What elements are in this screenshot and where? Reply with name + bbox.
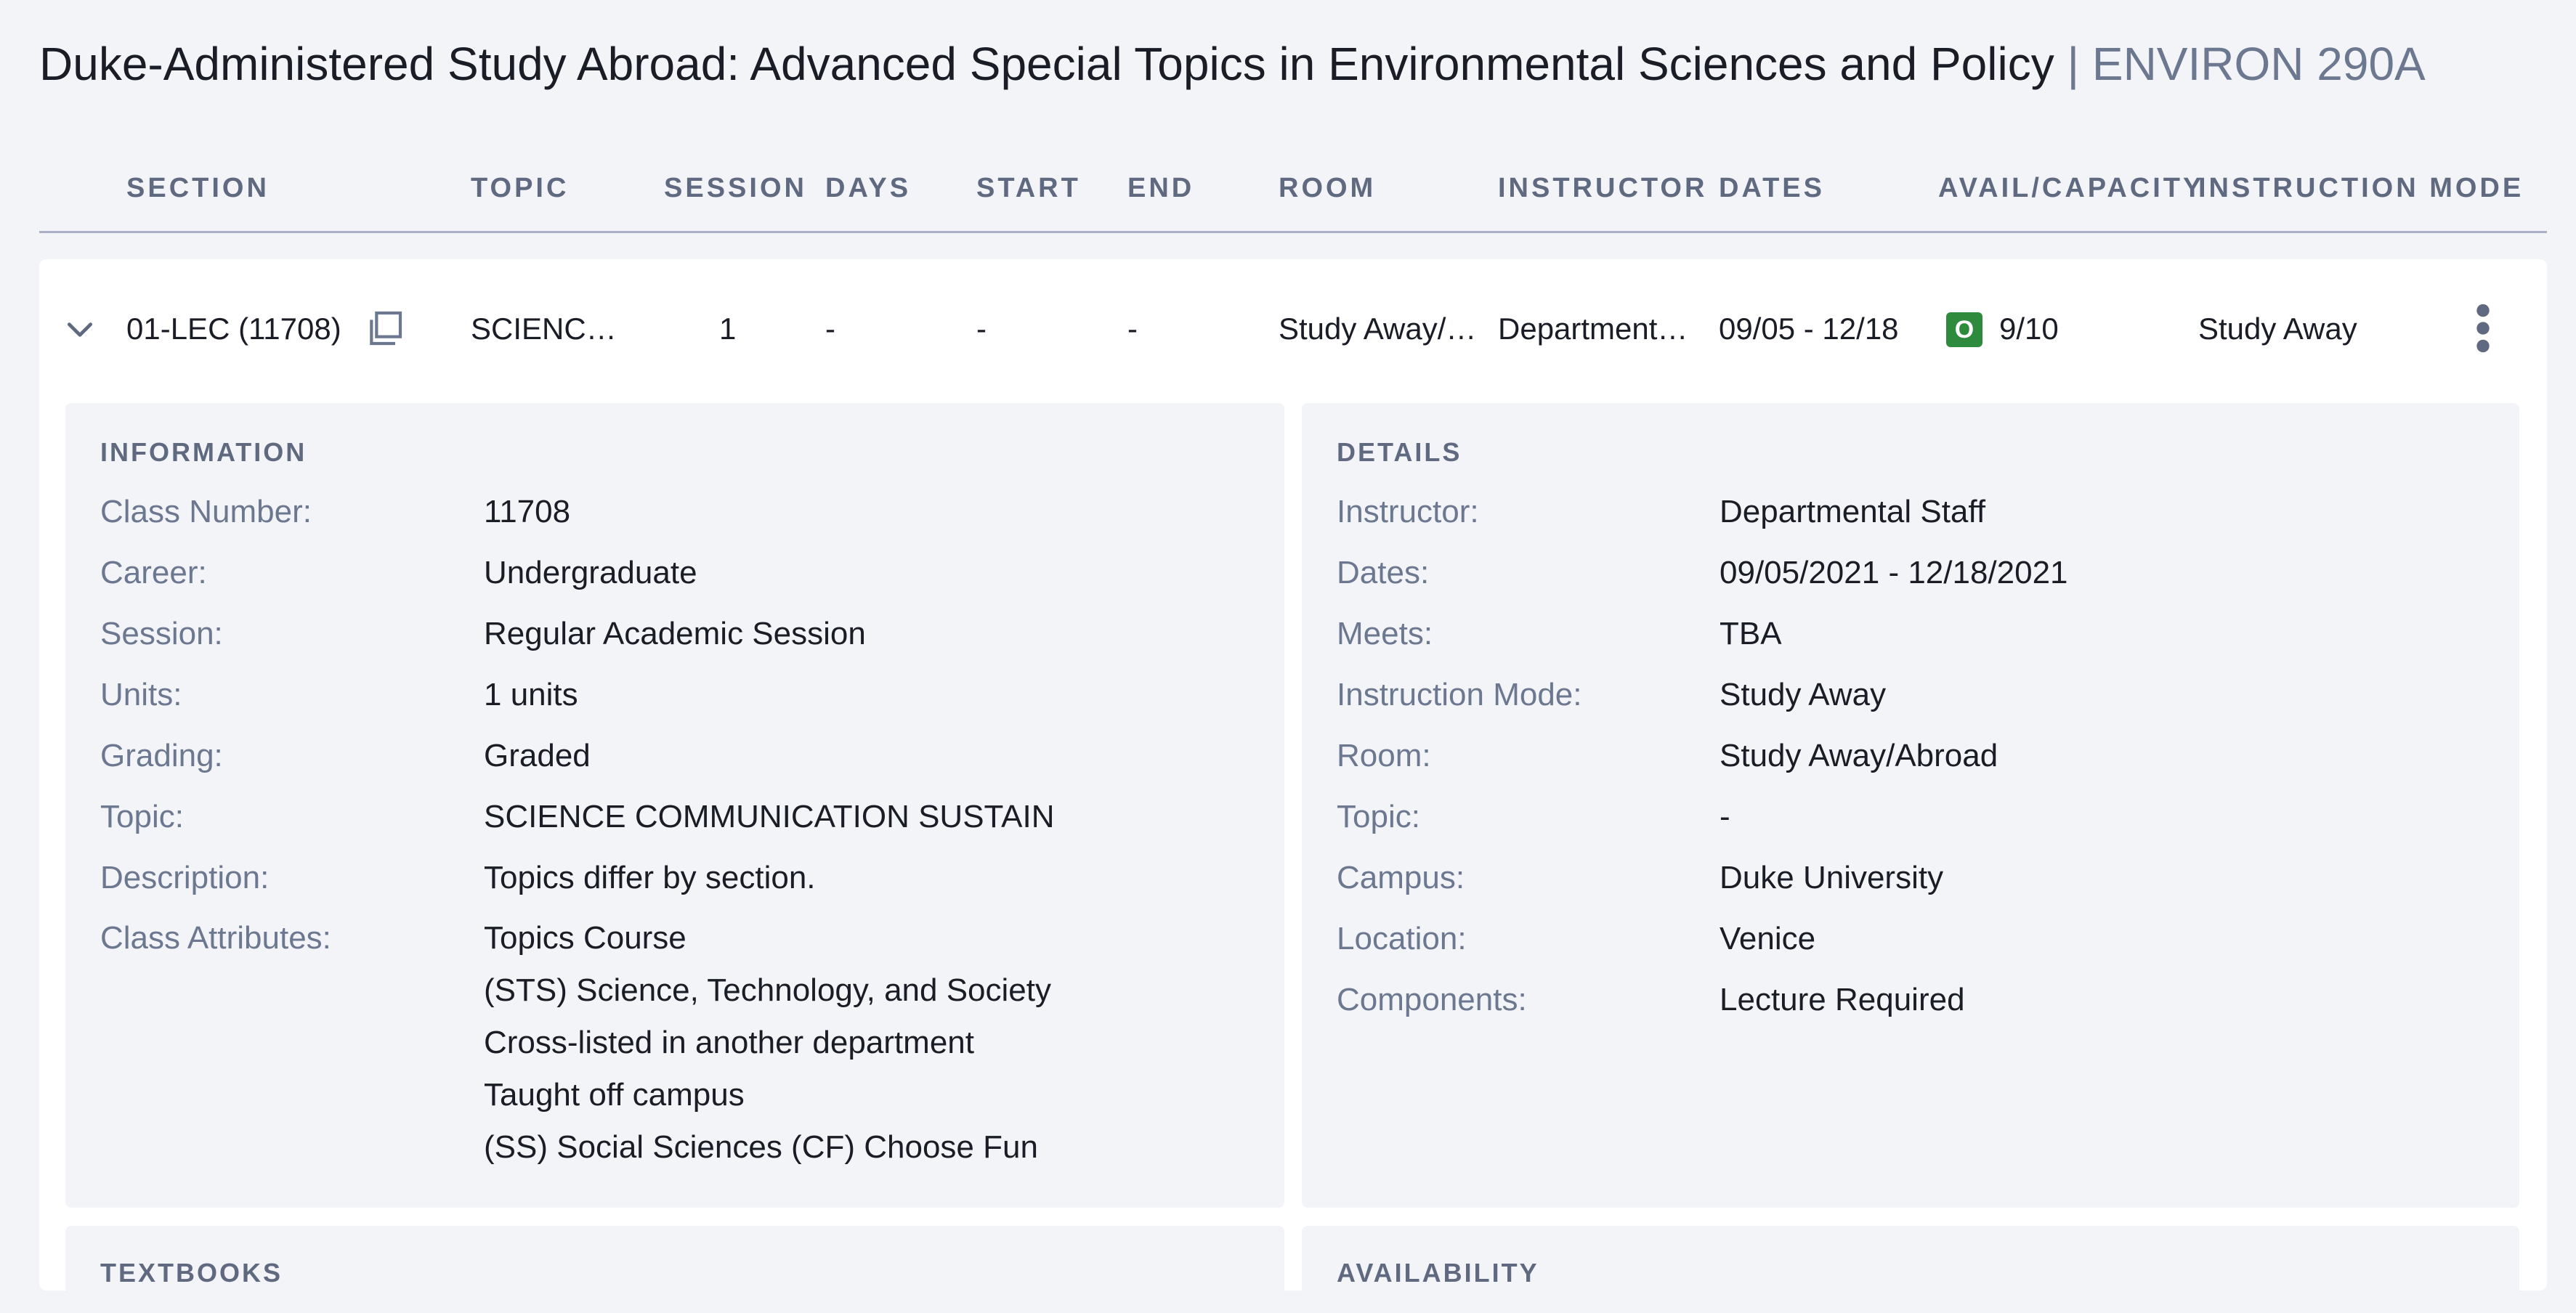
info-field-label: Career: (100, 555, 207, 590)
header-room[interactable]: ROOM (1279, 170, 1376, 206)
status-badge: O (1946, 312, 1982, 347)
class-attribute-item: (STS) Science, Technology, and Society (484, 972, 1051, 1008)
detail-field-value: Study Away/Abroad (1720, 738, 1998, 773)
class-attribute-item: Topics Course (484, 920, 686, 956)
info-field-label: Units: (100, 677, 182, 712)
detail-field-label: Location: (1337, 921, 1467, 956)
detail-field-value: Lecture Required (1720, 982, 1965, 1017)
detail-field-value: TBA (1720, 616, 1782, 651)
information-title: INFORMATION (100, 437, 307, 467)
info-field-value: 11708 (484, 494, 571, 529)
detail-field-label: Topic: (1337, 799, 1420, 834)
detail-field-label: Instructor: (1337, 494, 1479, 529)
info-field-value: 1 units (484, 677, 578, 712)
class-attribute-item: Taught off campus (484, 1077, 745, 1113)
info-field-value: Regular Academic Session (484, 616, 866, 651)
header-instructor[interactable]: INSTRUCTOR (1498, 170, 1707, 206)
info-field-value: Topics differ by section. (484, 860, 816, 895)
info-field-value: Undergraduate (484, 555, 697, 590)
info-field-value: SCIENCE COMMUNICATION SUSTAIN (484, 799, 1055, 834)
header-session[interactable]: SESSION (664, 170, 807, 206)
detail-field-label: Dates: (1337, 555, 1430, 590)
row-section[interactable]: 01-LEC (11708) (126, 309, 344, 349)
info-field-label: Grading: (100, 738, 223, 773)
course-code: | ENVIRON 290A (2067, 38, 2426, 90)
header-start[interactable]: START (976, 170, 1081, 206)
availability-title: AVAILABILITY (1337, 1258, 1539, 1288)
row-instruction-mode: Study Away (2198, 312, 2357, 346)
info-field-label: Session: (100, 616, 223, 651)
detail-field-label: Meets: (1337, 616, 1433, 651)
detail-field-value: 09/05/2021 - 12/18/2021 (1720, 555, 2068, 590)
class-attribute-item: Cross-listed in another department (484, 1025, 974, 1060)
header-section[interactable]: SECTION (126, 170, 270, 206)
detail-field-label: Instruction Mode: (1337, 677, 1582, 712)
row-topic: SCIENC… (471, 312, 617, 346)
detail-field-label: Components: (1337, 982, 1527, 1017)
info-field-value: Graded (484, 738, 591, 773)
class-attributes-label: Class Attributes: (100, 920, 331, 956)
copy-icon[interactable] (365, 308, 405, 349)
header-days[interactable]: DAYS (825, 170, 911, 206)
class-attribute-item: (SS) Social Sciences (CF) Choose Fun (484, 1129, 1038, 1165)
detail-field-value: - (1720, 799, 1730, 834)
info-field-label: Topic: (100, 799, 184, 834)
details-title: DETAILS (1337, 437, 1462, 467)
header-dates[interactable]: DATES (1719, 170, 1825, 206)
page-title: Duke-Administered Study Abroad: Advanced… (39, 31, 2426, 97)
detail-field-value: Duke University (1720, 860, 1944, 895)
detail-field-value: Venice (1720, 921, 1816, 956)
header-avail[interactable]: AVAIL/CAPACITY (1938, 170, 2204, 206)
course-title: Duke-Administered Study Abroad: Advanced… (39, 38, 2054, 90)
row-days: - (825, 312, 835, 346)
header-topic[interactable]: TOPIC (471, 170, 569, 206)
row-dates: 09/05 - 12/18 (1719, 312, 1899, 346)
detail-field-label: Room: (1337, 738, 1431, 773)
header-instruction-mode[interactable]: INSTRUCTION MODE (2198, 170, 2524, 206)
row-end: - (1127, 312, 1138, 346)
row-start: - (976, 312, 987, 346)
row-instructor: Department… (1498, 312, 1688, 346)
row-avail: 9/10 (1999, 312, 2059, 346)
header-divider (39, 231, 2547, 233)
header-end[interactable]: END (1127, 170, 1194, 206)
detail-field-value: Study Away (1720, 677, 1887, 712)
chevron-down-icon[interactable] (64, 314, 96, 346)
textbooks-title: TEXTBOOKS (100, 1258, 283, 1288)
row-room: Study Away/… (1279, 312, 1477, 346)
info-field-label: Class Number: (100, 494, 312, 529)
row-session: 1 (719, 312, 737, 346)
more-vertical-icon[interactable] (2470, 301, 2496, 356)
detail-field-value: Departmental Staff (1720, 494, 1986, 529)
detail-field-label: Campus: (1337, 860, 1465, 895)
info-field-label: Description: (100, 860, 270, 895)
